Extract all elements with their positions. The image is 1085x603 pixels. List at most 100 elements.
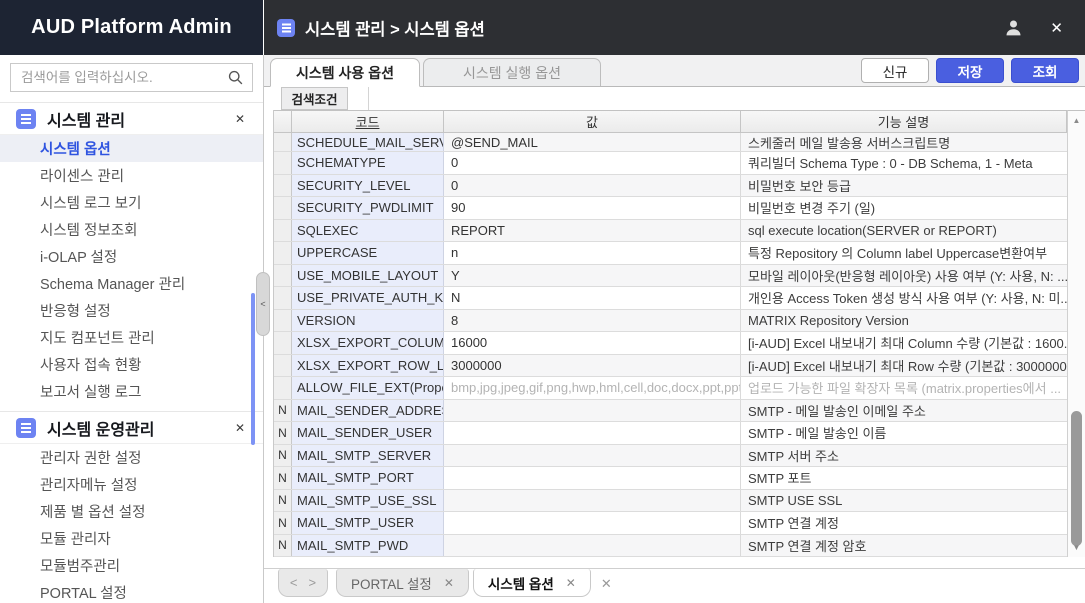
table-row[interactable]: N MAIL_SMTP_USER SMTP 연결 계정 <box>274 512 1067 535</box>
table-row[interactable]: XLSX_EXPORT_COLUMN... 16000 [i-AUD] Exce… <box>274 332 1067 355</box>
row-value-cell[interactable]: REPORT <box>444 220 741 242</box>
close-icon[interactable]: ✕ <box>601 576 612 592</box>
table-row[interactable]: XLSX_EXPORT_ROW_LIMIT 3000000 [i-AUD] Ex… <box>274 355 1067 378</box>
tab-next-icon[interactable]: > <box>309 575 317 590</box>
sidebar-item[interactable]: 모듈범주관리 ✕ <box>0 552 263 579</box>
row-flag-cell: N <box>274 535 292 557</box>
column-header-code[interactable]: 코드 <box>292 111 444 132</box>
sidebar-collapse-handle[interactable]: < <box>256 272 270 336</box>
row-description-cell: SMTP 서버 주소 <box>741 445 1067 467</box>
row-value-cell[interactable] <box>444 422 741 444</box>
search-icon[interactable] <box>227 69 244 86</box>
table-row[interactable]: N MAIL_SENDER_USER SMTP - 메일 발송인 이름 <box>274 422 1067 445</box>
row-value-cell[interactable]: 0 <box>444 152 741 174</box>
search-input[interactable] <box>10 63 253 92</box>
column-header-description[interactable]: 기능 설명 <box>741 111 1067 132</box>
tab-system-usage-options[interactable]: 시스템 사용 옵션 <box>270 58 420 87</box>
close-icon[interactable]: ✕ <box>235 112 245 126</box>
sidebar-item-label: 시스템 운영관리 <box>47 416 155 440</box>
sidebar-item[interactable]: 사용자 접속 현황 ✕ <box>0 351 263 378</box>
row-value-cell[interactable]: 3000000 <box>444 355 741 377</box>
scroll-down-icon[interactable]: ▼ <box>1068 543 1085 552</box>
search-condition-row: 검색조건 <box>264 87 1085 110</box>
user-icon[interactable] <box>1003 17 1024 38</box>
sidebar-item[interactable]: 시스템 관리 ✕ <box>0 102 263 135</box>
sidebar-item[interactable]: 제품 별 옵션 설정 ✕ <box>0 498 263 525</box>
table-row[interactable]: N MAIL_SENDER_ADDRES... SMTP - 메일 발송인 이메… <box>274 400 1067 423</box>
row-value-cell[interactable]: 0 <box>444 175 741 197</box>
table-row[interactable]: SECURITY_PWDLIMIT 90 비밀번호 변경 주기 (일) <box>274 197 1067 220</box>
column-header-selector[interactable] <box>274 111 292 132</box>
row-value-cell[interactable]: 90 <box>444 197 741 219</box>
row-description-cell: 특정 Repository 의 Column label Uppercase변환… <box>741 242 1067 264</box>
sidebar-item[interactable]: i-OLAP 설정 ✕ <box>0 243 263 270</box>
row-value-cell[interactable]: N <box>444 287 741 309</box>
row-code-cell: MAIL_SMTP_USE_SSL <box>292 490 444 512</box>
row-value-cell[interactable]: @SEND_MAIL <box>444 133 741 151</box>
grid-scrollbar-thumb[interactable] <box>1071 411 1082 546</box>
sidebar-item[interactable]: 시스템 정보조회 ✕ <box>0 216 263 243</box>
table-row[interactable]: SQLEXEC REPORT sql execute location(SERV… <box>274 220 1067 243</box>
sidebar-item[interactable]: 시스템 옵션 ✕ <box>0 135 263 162</box>
row-value-cell[interactable]: 8 <box>444 310 741 332</box>
row-value-cell[interactable]: Y <box>444 265 741 287</box>
scroll-up-icon[interactable]: ▲ <box>1068 116 1085 125</box>
row-code-cell: SECURITY_PWDLIMIT <box>292 197 444 219</box>
table-row[interactable]: ALLOW_FILE_EXT(Propert... bmp,jpg,jpeg,g… <box>274 377 1067 400</box>
row-description-cell: 업로드 가능한 파일 확장자 목록 (matrix.properties에서 .… <box>741 377 1067 399</box>
row-flag-cell <box>274 377 292 399</box>
row-value-cell[interactable]: bmp,jpg,jpeg,gif,png,hwp,hml,cell,doc,do… <box>444 377 741 399</box>
sidebar-item[interactable]: 반응형 설정 ✕ <box>0 297 263 324</box>
search-condition-input[interactable] <box>368 87 1085 110</box>
row-code-cell: MAIL_SENDER_ADDRES... <box>292 400 444 422</box>
menu-section-icon <box>16 418 36 438</box>
table-row[interactable]: SCHEMATYPE 0 쿼리빌더 Schema Type : 0 - DB S… <box>274 152 1067 175</box>
tab-close-icon[interactable]: ✕ <box>566 576 576 590</box>
table-row[interactable]: N MAIL_SMTP_USE_SSL SMTP USE SSL <box>274 490 1067 513</box>
sidebar-item-label: i-OLAP 설정 <box>40 246 117 267</box>
tab-system-execution-options[interactable]: 시스템 실행 옵션 <box>423 58 601 86</box>
sidebar-item[interactable]: 보고서 실행 로그 ✕ <box>0 378 263 405</box>
bottom-tab-system-options[interactable]: 시스템 옵션 ✕ <box>473 569 591 597</box>
tab-close-icon[interactable]: ✕ <box>444 576 454 590</box>
sidebar-scrollbar-thumb[interactable] <box>251 293 255 445</box>
query-button[interactable]: 조회 <box>1011 58 1079 83</box>
table-row[interactable]: N MAIL_SMTP_SERVER SMTP 서버 주소 <box>274 445 1067 468</box>
table-row[interactable]: N MAIL_SMTP_PWD SMTP 연결 계정 암호 <box>274 535 1067 558</box>
table-row[interactable]: UPPERCASE n 특정 Repository 의 Column label… <box>274 242 1067 265</box>
row-value-cell[interactable] <box>444 445 741 467</box>
app-title: AUD Platform Admin <box>0 0 263 55</box>
grid-scrollbar[interactable]: ▲ ▼ <box>1067 110 1085 557</box>
column-header-value[interactable]: 값 <box>444 111 741 132</box>
sidebar-item[interactable]: 라이센스 관리 ✕ <box>0 162 263 189</box>
table-row[interactable]: SECURITY_LEVEL 0 비밀번호 보안 등급 <box>274 175 1067 198</box>
sidebar-item[interactable]: 시스템 로그 보기 ✕ <box>0 189 263 216</box>
sidebar-item-label: PORTAL 설정 <box>40 582 127 603</box>
row-value-cell[interactable]: n <box>444 242 741 264</box>
table-row[interactable]: USE_MOBILE_LAYOUT Y 모바일 레이아웃(반응형 레이아웃) 사… <box>274 265 1067 288</box>
table-row[interactable]: VERSION 8 MATRIX Repository Version <box>274 310 1067 333</box>
row-value-cell[interactable]: 16000 <box>444 332 741 354</box>
new-button[interactable]: 신규 <box>861 58 929 83</box>
row-value-cell[interactable] <box>444 467 741 489</box>
sidebar-item[interactable]: 관리자메뉴 설정 ✕ <box>0 471 263 498</box>
sidebar-item[interactable]: 지도 컴포넌트 관리 ✕ <box>0 324 263 351</box>
sidebar-item[interactable]: Schema Manager 관리 ✕ <box>0 270 263 297</box>
bottom-tab-bar: < > PORTAL 설정 ✕ 시스템 옵션 ✕ ✕ <box>264 568 1085 603</box>
tab-prev-icon[interactable]: < <box>290 575 298 590</box>
save-button[interactable]: 저장 <box>936 58 1004 83</box>
row-value-cell[interactable] <box>444 400 741 422</box>
sidebar-item[interactable]: 모듈 관리자 ✕ <box>0 525 263 552</box>
close-icon[interactable]: ✕ <box>1050 19 1063 37</box>
sidebar-item[interactable]: 관리자 권한 설정 ✕ <box>0 444 263 471</box>
row-value-cell[interactable] <box>444 490 741 512</box>
sidebar-item[interactable]: PORTAL 설정 ✕ <box>0 579 263 603</box>
row-value-cell[interactable] <box>444 535 741 557</box>
row-value-cell[interactable] <box>444 512 741 534</box>
table-row[interactable]: N MAIL_SMTP_PORT SMTP 포트 <box>274 467 1067 490</box>
table-row[interactable]: SCHEDULE_MAIL_SERVE... @SEND_MAIL 스케줄러 메… <box>274 133 1067 152</box>
close-icon[interactable]: ✕ <box>235 421 245 435</box>
sidebar-item[interactable]: 시스템 운영관리 ✕ <box>0 411 263 444</box>
bottom-tab-portal-settings[interactable]: PORTAL 설정 ✕ <box>336 569 469 597</box>
table-row[interactable]: USE_PRIVATE_AUTH_KEY N 개인용 Access Token … <box>274 287 1067 310</box>
